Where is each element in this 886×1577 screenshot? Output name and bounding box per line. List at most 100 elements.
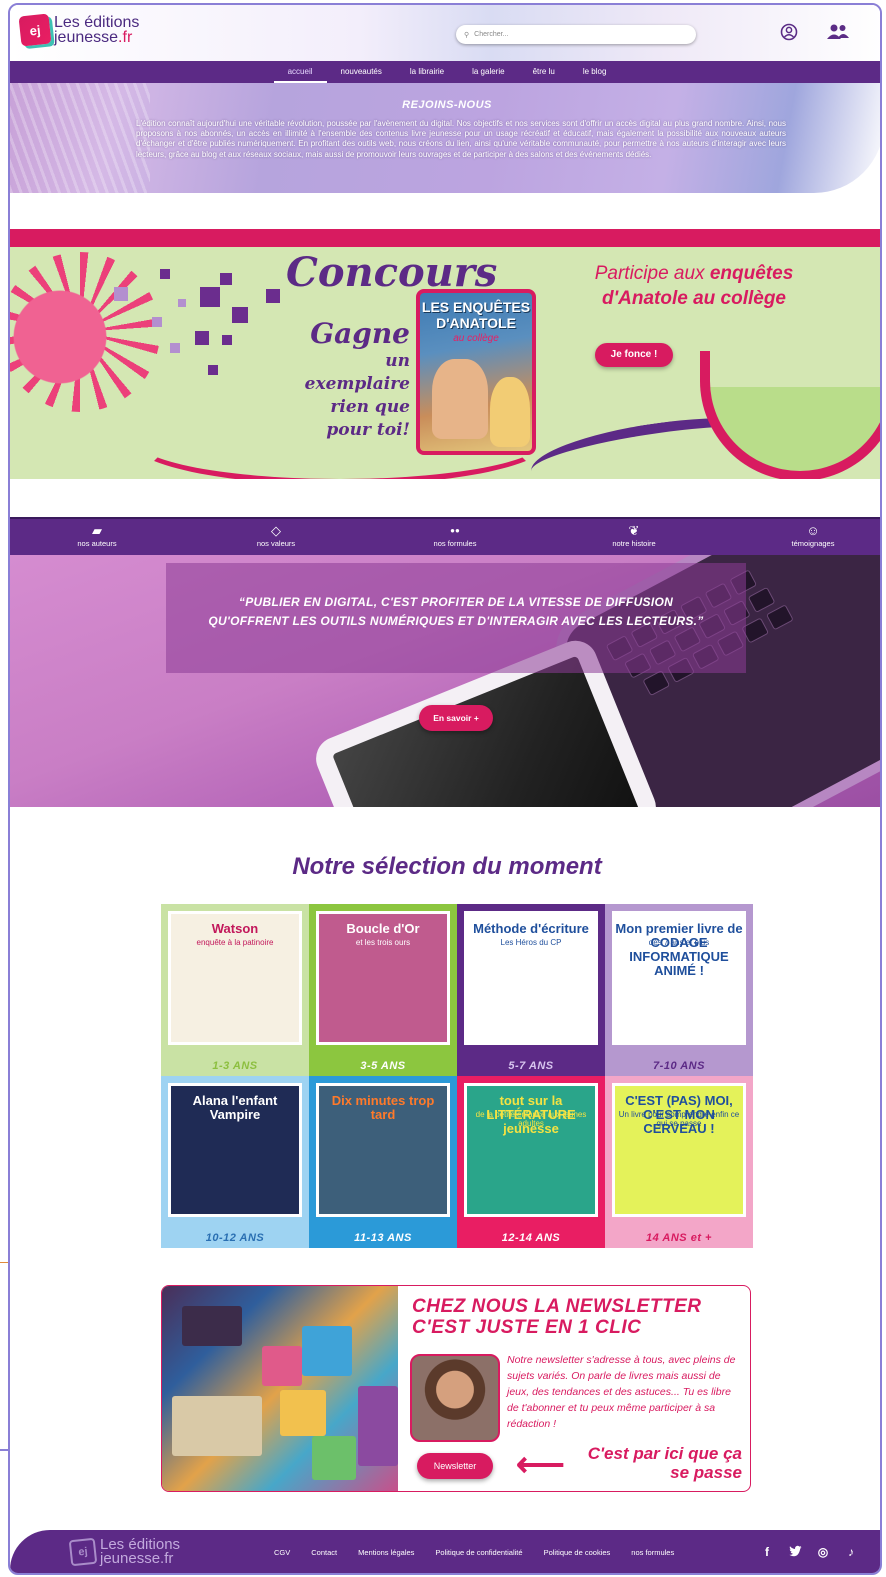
book-cover: tout sur la LITTÉRATURE jeunesse de la pe… [464,1083,598,1217]
square-decoration [160,269,170,279]
newsletter-button[interactable]: Newsletter [417,1453,493,1479]
search-icon: ⚲ [464,31,470,39]
age-card-5-7[interactable]: Méthode d'écriture Les Héros du CP 5-7 ANS [457,904,605,1076]
cover-illustration [432,359,488,439]
cover-title: Méthode d'écriture [473,921,589,936]
tiktok-icon[interactable]: ♪ [844,1545,858,1559]
user-circle-icon[interactable] [780,23,798,46]
footer-link-formules[interactable]: nos formules [631,1548,674,1557]
newsletter-text: Notre newsletter s'adresse à tous, avec … [507,1354,736,1430]
nav-galerie[interactable]: la galerie [458,61,518,83]
logo-text: Les éditions jeunesse.fr [54,15,139,46]
feature-nos-auteurs[interactable]: ▰ nos auteurs [52,523,142,550]
arrow-left-icon: ⟵ [516,1446,565,1484]
footer-link-mentions[interactable]: Mentions légales [358,1548,414,1557]
square-decoration [178,299,186,307]
footer-links: CGV Contact Mentions légales Politique d… [274,1548,674,1557]
users-icon[interactable] [826,23,850,46]
footer-link-cookies[interactable]: Politique de cookies [544,1548,611,1557]
square-decoration [222,335,232,345]
book-cover: Dix minutes trop tard [316,1083,450,1217]
join-title: REJOINS-NOUS [402,99,492,111]
footer: ej Les éditions jeunesse.fr CGV Contact … [10,1530,880,1573]
cover-subtitle: dès 7 ans et plus [648,938,710,947]
book-cover: Alana l'enfant Vampire [168,1083,302,1217]
search-placeholder: Chercher... [474,31,509,38]
join-section: REJOINS-NOUS L'édition connaît aujourd'h… [10,83,880,193]
age-card-14-plus[interactable]: C'EST (PAS) MOI, C'EST MON CERVEAU ! Un l… [605,1076,753,1248]
je-fonce-button[interactable]: Je fonce ! [595,343,673,367]
age-card-1-3[interactable]: Watson enquête à la patinoire 1-3 ANS [161,904,309,1076]
feature-temoignages[interactable]: ☺ témoignages [768,523,858,550]
footer-logo-mark: ej [68,1537,98,1567]
age-label: 7-10 ANS [653,1060,705,1072]
site-logo[interactable]: ej Les éditions jeunesse.fr [18,13,139,47]
feature-nos-formules[interactable]: ●● nos formules [410,523,500,550]
newsletter-title: CHEZ NOUS LA NEWSLETTER C'EST JUSTE EN 1… [412,1296,702,1338]
square-decoration [114,287,128,301]
nav-nouveautes[interactable]: nouveautés [327,61,396,83]
nav-blog[interactable]: le blog [569,61,621,83]
newsletter-cta: C'est par ici que ça se passe [587,1444,742,1482]
search-input[interactable]: ⚲ Chercher... [456,25,696,44]
logo-line2: jeunesse.fr [54,29,139,46]
square-decoration [208,365,218,375]
nav-accueil[interactable]: accueil [273,61,327,83]
book-cover: Mon premier livre de CODAGE INFORMATIQUE… [612,911,746,1045]
main-nav: accueil nouveautés la librairie la galer… [10,61,880,83]
selection-grid: Watson enquête à la patinoire 1-3 ANS Bouc… [161,904,753,1248]
facebook-icon[interactable]: f [760,1545,774,1559]
square-decoration [195,331,209,345]
feature-label: témoignages [791,539,835,548]
footer-link-cgv[interactable]: CGV [274,1548,290,1557]
newsletter-card: CHEZ NOUS LA NEWSLETTER C'EST JUSTE EN 1… [161,1285,751,1492]
age-card-11-13[interactable]: Dix minutes trop tard 11-13 ANS [309,1076,457,1248]
hero-section: “PUBLIER EN DIGITAL, C'EST PROFITER DE L… [10,555,880,807]
quote-text: “PUBLIER EN DIGITAL, C'EST PROFITER DE L… [208,595,704,628]
cover-subtitle: enquête à la patinoire [196,938,274,947]
age-card-3-5[interactable]: Boucle d'Or et les trois ours 3-5 ANS [309,904,457,1076]
square-decoration [200,287,220,307]
footer-logo[interactable]: ej Les éditions jeunesse.fr [68,1537,180,1567]
banner-gagne: Gagne un exemplaire rien que pour toi! [280,317,410,442]
smile-icon: ☺ [806,523,820,538]
gagne-text: Gagne [310,317,410,350]
footer-logo-line2: jeunesse.fr [100,1550,174,1567]
feature-label: nos auteurs [77,539,117,548]
feature-nos-valeurs[interactable]: ◇ nos valeurs [231,523,321,550]
header: ej Les éditions jeunesse.fr ⚲ Chercher..… [10,5,880,61]
book-cover: Watson enquête à la patinoire [168,911,302,1045]
feature-notre-histoire[interactable]: ❦ notre histoire [589,523,679,550]
instagram-icon[interactable]: ◎ [816,1545,830,1559]
en-savoir-plus-button[interactable]: En savoir + [419,705,493,731]
tagline-line2: d'Anatole au collège [602,288,786,309]
age-label: 11-13 ANS [354,1232,412,1244]
age-card-12-14[interactable]: tout sur la LITTÉRATURE jeunesse de la pe… [457,1076,605,1248]
contest-banner[interactable]: Concours Gagne un exemplaire rien que po… [10,229,880,479]
square-decoration [232,307,248,323]
tagline-a: Participe aux [594,263,710,284]
age-label: 5-7 ANS [508,1060,554,1072]
users-icon: ●● [450,526,460,535]
footer-link-contact[interactable]: Contact [311,1548,337,1557]
age-label: 12-14 ANS [501,1232,561,1244]
age-label: 14 ANS et + [646,1232,712,1244]
age-card-10-12[interactable]: Alana l'enfant Vampire 10-12 ANS [161,1076,309,1248]
book-cover: C'EST (PAS) MOI, C'EST MON CERVEAU ! Un l… [612,1083,746,1217]
twitter-icon[interactable] [788,1545,802,1559]
nav-librairie[interactable]: la librairie [396,61,458,83]
square-decoration [220,273,232,285]
age-card-7-10[interactable]: Mon premier livre de CODAGE INFORMATIQUE… [605,904,753,1076]
banner-tagline: Participe aux enquêtes d'Anatole au coll… [584,261,804,311]
footer-link-confidentialite[interactable]: Politique de confidentialité [435,1548,522,1557]
logo-line2-main: jeunesse [54,29,119,46]
cover-subtitle: Les Héros du CP [500,938,562,947]
footer-logo-text: Les éditions jeunesse.fr [100,1537,180,1567]
cover-title: Mon premier livre de CODAGE INFORMATIQUE… [615,921,743,978]
nav-etre-lu[interactable]: être lu [519,61,569,83]
page-frame: ej Les éditions jeunesse.fr ⚲ Chercher..… [8,3,882,1575]
gagne-sub-2: rien que [330,397,410,417]
logo-suffix: .fr [118,29,133,46]
cover-subtitle: de la petite enfance aux jeunes adultes [475,1110,587,1128]
gagne-sub-3: pour toi! [326,420,410,440]
